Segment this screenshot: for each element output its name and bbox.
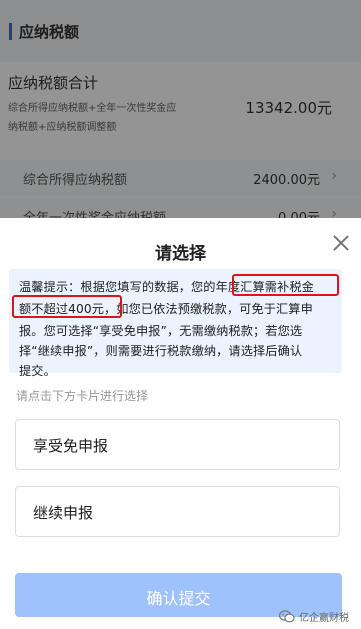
option-label: 继续申报 [33, 504, 94, 522]
watermark-text: 亿企赢财税 [299, 613, 349, 624]
selection-hint: 请点击下方卡片进行选择 [16, 389, 149, 403]
wechat-logo-icon [279, 610, 295, 623]
modal-overlay[interactable] [0, 0, 361, 240]
highlight-box [232, 274, 339, 296]
notice-box: 温馨提示：根据您填写的数据，您的年度汇算需补税金 额不超过400元，如您已依法预… [9, 269, 342, 373]
option-label: 享受免申报 [33, 437, 109, 455]
option-card-exempt[interactable]: 享受免申报 [15, 419, 340, 470]
confirm-submit-label: 确认提交 [146, 589, 211, 608]
notice-line: 报。您可选择“享受免申报”，无需缴纳税款；若您选 [19, 324, 303, 338]
notice-line: 择“继续申报”，则需要进行税款缴纳，请选择后确认 [19, 344, 303, 358]
watermark: 亿企赢财税 [279, 609, 349, 624]
option-card-continue[interactable]: 继续申报 [15, 486, 340, 537]
choice-dialog: 请选择 温馨提示：根据您填写的数据，您的年度汇算需补税金 额不超过400元，如您… [0, 218, 361, 629]
close-icon[interactable] [330, 232, 352, 254]
background-page: 应纳税额 应纳税额合计 综合所得应纳税额+全年一次性奖金应 纳税额+应纳税额调整… [0, 0, 361, 240]
notice-line: 提交。 [19, 364, 56, 378]
highlight-box [12, 295, 122, 318]
dialog-title: 请选择 [155, 244, 206, 264]
